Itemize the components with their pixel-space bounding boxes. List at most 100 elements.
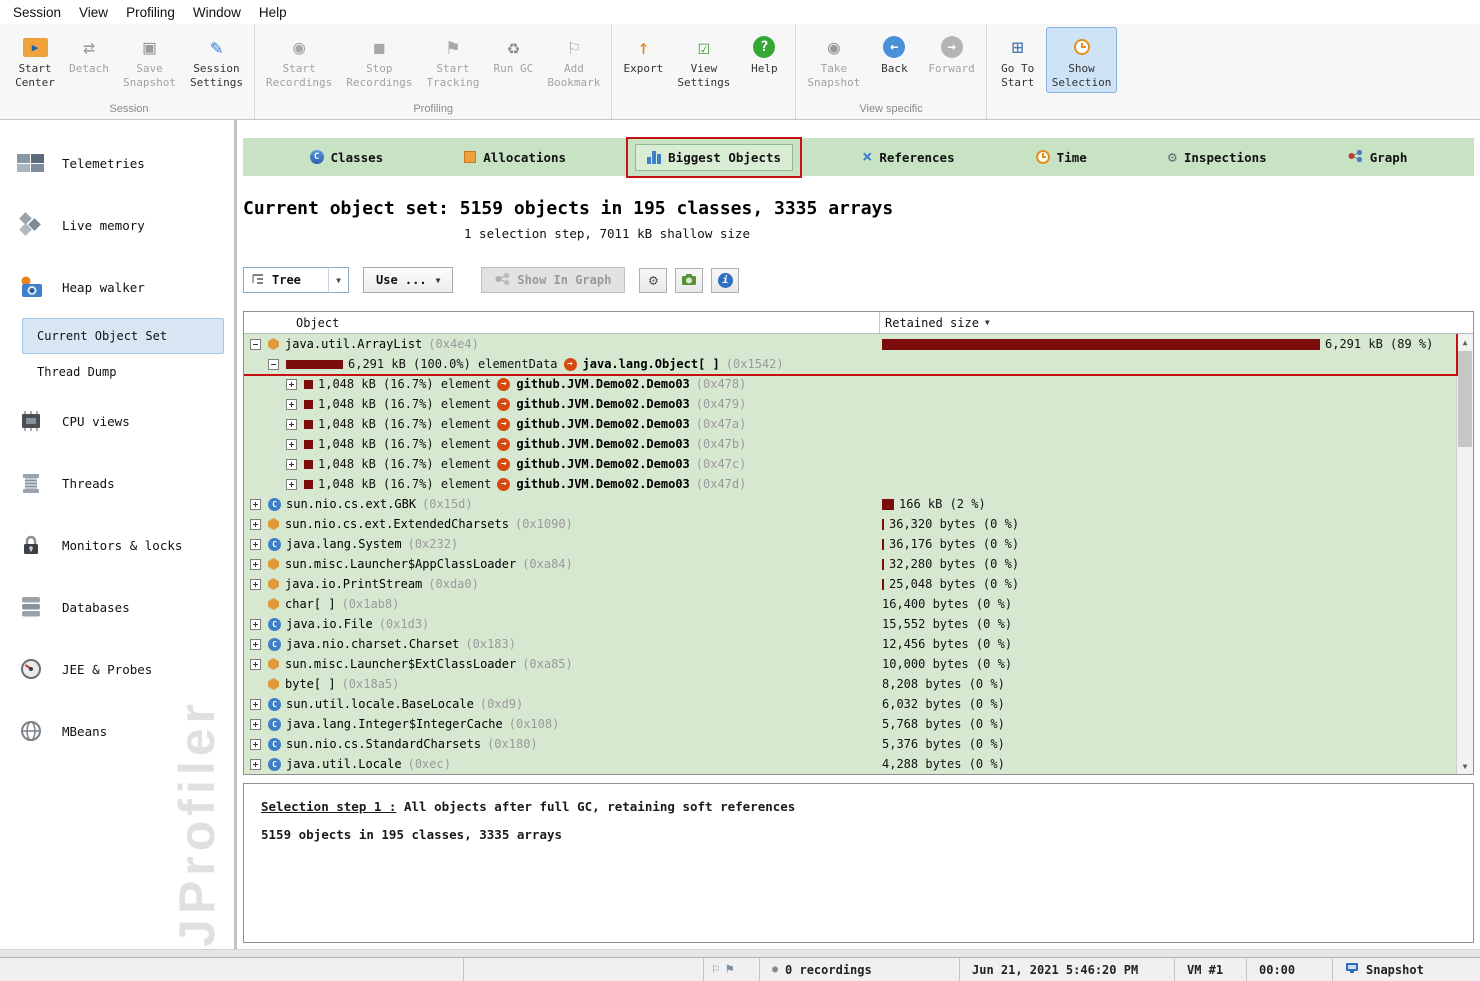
- object-name: java.lang.System: [286, 537, 402, 551]
- sidebar-item-label: Thread Dump: [37, 365, 116, 379]
- collapse-icon[interactable]: [268, 359, 279, 370]
- expand-icon[interactable]: [250, 619, 261, 630]
- expand-icon[interactable]: [286, 459, 297, 470]
- menu-view[interactable]: View: [70, 2, 117, 23]
- tree-row[interactable]: Csun.nio.cs.StandardCharsets(0x180)5,376…: [244, 734, 1473, 754]
- tab-inspections[interactable]: ⚙ Inspections: [1156, 144, 1279, 171]
- expand-icon[interactable]: [250, 559, 261, 570]
- expand-icon[interactable]: [250, 499, 261, 510]
- tree-row[interactable]: 1,048 kB (16.7%) element→github.JVM.Demo…: [244, 474, 1473, 494]
- tab-allocations[interactable]: Allocations: [452, 144, 578, 171]
- view-mode-select[interactable]: Tree ▼: [243, 267, 349, 293]
- scrollbar-thumb[interactable]: [1458, 351, 1472, 447]
- expand-icon[interactable]: [250, 639, 261, 650]
- sidebar-item-telemetries[interactable]: Telemetries: [0, 132, 234, 194]
- tab-references[interactable]: × References: [850, 143, 967, 172]
- sidebar-item-thread-dump[interactable]: Thread Dump: [22, 354, 224, 390]
- expand-icon[interactable]: [250, 759, 261, 770]
- object-icon: [268, 518, 279, 530]
- flag-icon[interactable]: ⚑: [726, 962, 734, 977]
- column-header-retained[interactable]: Retained size ▼: [880, 316, 1473, 330]
- expand-icon[interactable]: [286, 379, 297, 390]
- sidebar-item-threads[interactable]: Threads: [0, 452, 234, 514]
- column-header-object[interactable]: Object: [244, 312, 880, 333]
- show-selection-button[interactable]: ShowSelection: [1046, 27, 1118, 93]
- tree-row[interactable]: sun.nio.cs.ext.ExtendedCharsets(0x1090)3…: [244, 514, 1473, 534]
- tab-graph[interactable]: Graph: [1336, 143, 1420, 172]
- tree-row[interactable]: sun.misc.Launcher$ExtClassLoader(0xa85)1…: [244, 654, 1473, 674]
- tree-row[interactable]: byte[ ](0x18a5)8,208 bytes (0 %): [244, 674, 1473, 694]
- help-button[interactable]: ?Help: [738, 27, 790, 79]
- sidebar-item-monitors-locks[interactable]: Monitors & locks: [0, 514, 234, 576]
- tree-row[interactable]: Cjava.nio.charset.Charset(0x183)12,456 b…: [244, 634, 1473, 654]
- menu-session[interactable]: Session: [4, 2, 70, 23]
- sidebar-item-current-object-set[interactable]: Current Object Set: [22, 318, 224, 354]
- back-button[interactable]: ←Back: [868, 27, 920, 79]
- statusbar-spacer: [0, 958, 463, 981]
- tree-row[interactable]: 1,048 kB (16.7%) element→github.JVM.Demo…: [244, 414, 1473, 434]
- start-center-button[interactable]: ▶StartCenter: [9, 27, 61, 93]
- tree-row[interactable]: Cjava.lang.Integer$IntegerCache(0x108)5,…: [244, 714, 1473, 734]
- sidebar-item-cpu-views[interactable]: CPU views: [0, 390, 234, 452]
- tree-row[interactable]: Cjava.util.Locale(0xec)4,288 bytes (0 %): [244, 754, 1473, 774]
- size-label: 6,291 kB (100.0%) elementData: [348, 357, 558, 371]
- tree-row[interactable]: sun.misc.Launcher$AppClassLoader(0xa84)3…: [244, 554, 1473, 574]
- session-settings-button[interactable]: ✎SessionSettings: [184, 27, 249, 93]
- tab-classes[interactable]: C Classes: [298, 144, 396, 171]
- expand-icon[interactable]: [286, 439, 297, 450]
- tree-row[interactable]: 1,048 kB (16.7%) element→github.JVM.Demo…: [244, 434, 1473, 454]
- menu-help[interactable]: Help: [250, 2, 296, 23]
- expand-icon[interactable]: [250, 739, 261, 750]
- tree-row[interactable]: 1,048 kB (16.7%) element→github.JVM.Demo…: [244, 374, 1473, 394]
- retained-size-label: 4,288 bytes (0 %): [882, 757, 1005, 771]
- export-button[interactable]: ↑Export: [617, 27, 669, 79]
- sidebar-item-live-memory[interactable]: Live memory: [0, 194, 234, 256]
- tree-row[interactable]: 6,291 kB (100.0%) elementData→java.lang.…: [244, 354, 1473, 374]
- info-button[interactable]: i: [711, 268, 739, 293]
- tree-row[interactable]: Csun.nio.cs.ext.GBK(0x15d)166 kB (2 %): [244, 494, 1473, 514]
- tree-row[interactable]: Cjava.lang.System(0x232)36,176 bytes (0 …: [244, 534, 1473, 554]
- expand-icon[interactable]: [286, 399, 297, 410]
- object-name: github.JVM.Demo02.Demo03: [516, 477, 689, 491]
- scroll-up-icon[interactable]: ▲: [1457, 334, 1473, 350]
- use-button[interactable]: Use ... ▼: [363, 267, 453, 293]
- class-icon: C: [268, 538, 281, 551]
- size-label: 1,048 kB (16.7%) element: [318, 417, 491, 431]
- tree-row[interactable]: java.util.ArrayList(0x4e4)6,291 kB (89 %…: [244, 334, 1473, 354]
- menu-profiling[interactable]: Profiling: [117, 2, 184, 23]
- expand-icon[interactable]: [250, 579, 261, 590]
- expand-icon[interactable]: [250, 539, 261, 550]
- expand-icon[interactable]: [250, 699, 261, 710]
- size-bar: [304, 460, 313, 469]
- selection-step-link[interactable]: Selection step 1 :: [261, 799, 396, 814]
- tree-row[interactable]: char[ ](0x1ab8)16,400 bytes (0 %): [244, 594, 1473, 614]
- expand-icon[interactable]: [286, 419, 297, 430]
- expand-icon[interactable]: [286, 479, 297, 490]
- sidebar-item-databases[interactable]: Databases: [0, 576, 234, 638]
- vertical-scrollbar[interactable]: ▲ ▼: [1456, 334, 1473, 774]
- object-icon: [268, 338, 279, 350]
- tree-row[interactable]: java.io.PrintStream(0xda0)25,048 bytes (…: [244, 574, 1473, 594]
- tab-biggest-objects[interactable]: Biggest Objects: [635, 144, 793, 171]
- menu-window[interactable]: Window: [184, 2, 250, 23]
- tree-row[interactable]: 1,048 kB (16.7%) element→github.JVM.Demo…: [244, 394, 1473, 414]
- toolbar-button-label: Help: [751, 62, 778, 76]
- sidebar-item-jee-probes[interactable]: JEE & Probes: [0, 638, 234, 700]
- sidebar-item-heap-walker[interactable]: Heap walker: [0, 256, 234, 318]
- collapse-icon[interactable]: [250, 339, 261, 350]
- scroll-down-icon[interactable]: ▼: [1457, 758, 1473, 774]
- settings-button[interactable]: ⚙: [639, 268, 667, 293]
- go-to-start-button[interactable]: ⊞Go ToStart: [992, 27, 1044, 93]
- expand-icon[interactable]: [250, 519, 261, 530]
- tree-row[interactable]: Cjava.io.File(0x1d3)15,552 bytes (0 %): [244, 614, 1473, 634]
- tab-time[interactable]: Time: [1024, 144, 1099, 171]
- pin-icon[interactable]: ⚐: [712, 962, 720, 977]
- camera-button[interactable]: [675, 268, 703, 293]
- expand-icon[interactable]: [250, 719, 261, 730]
- view-settings-button[interactable]: ☑ViewSettings: [671, 27, 736, 93]
- expand-icon[interactable]: [250, 659, 261, 670]
- tree-row[interactable]: 1,048 kB (16.7%) element→github.JVM.Demo…: [244, 454, 1473, 474]
- tree-row[interactable]: Csun.util.locale.BaseLocale(0xd9)6,032 b…: [244, 694, 1473, 714]
- detach-icon: ⇄: [83, 32, 95, 62]
- snapshot-icon: [1345, 962, 1359, 977]
